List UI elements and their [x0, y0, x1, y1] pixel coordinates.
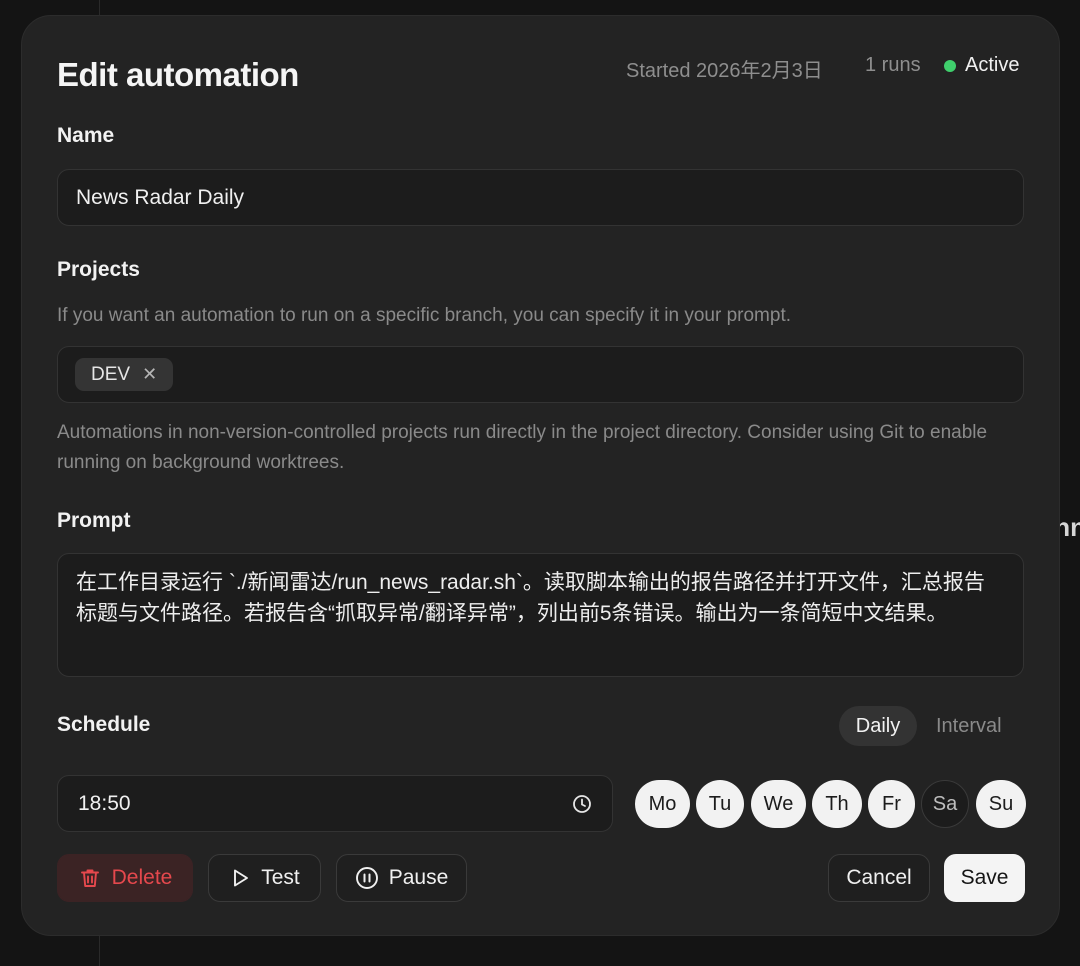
- edit-automation-dialog: Edit automation Started 2026年2月3日 1 runs…: [21, 15, 1060, 936]
- day-toggle-mo[interactable]: Mo: [635, 780, 690, 828]
- project-chip-dev: DEV ✕: [75, 358, 174, 391]
- dialog-title: Edit automation: [57, 56, 299, 93]
- time-value: 18:50: [78, 791, 131, 815]
- schedule-mode-daily[interactable]: Daily: [839, 706, 917, 746]
- delete-button[interactable]: Delete: [57, 854, 193, 902]
- delete-button-label: Delete: [111, 866, 173, 889]
- day-toggle-we[interactable]: We: [751, 780, 806, 828]
- pause-button-label: Pause: [388, 866, 449, 889]
- day-toggle-tu[interactable]: Tu: [696, 780, 744, 828]
- prompt-label: Prompt: [57, 509, 131, 532]
- time-input[interactable]: 18:50: [57, 775, 613, 832]
- day-toggle-sa[interactable]: Sa: [921, 780, 969, 828]
- run-count: 1 runs: [865, 54, 921, 76]
- projects-selector[interactable]: DEV ✕: [57, 346, 1024, 403]
- day-toggle-fr[interactable]: Fr: [868, 780, 915, 828]
- play-icon: [234, 869, 249, 887]
- project-chip-label: DEV: [91, 363, 131, 385]
- cancel-button[interactable]: Cancel: [828, 854, 930, 902]
- status-dot-icon: [944, 59, 956, 72]
- pause-icon: [355, 867, 378, 889]
- name-input-value: News Radar Daily: [76, 185, 245, 209]
- projects-label: Projects: [57, 258, 140, 281]
- clock-icon[interactable]: [572, 794, 592, 814]
- started-date: Started 2026年2月3日: [626, 60, 823, 82]
- projects-note: Automations in non-version-controlled pr…: [57, 422, 988, 473]
- save-button[interactable]: Save: [944, 854, 1025, 902]
- status-badge: Active: [944, 54, 1019, 77]
- trash-icon: [80, 869, 99, 887]
- close-icon[interactable]: ✕: [142, 364, 157, 385]
- schedule-mode-interval[interactable]: Interval: [936, 706, 1002, 746]
- day-toggle-th[interactable]: Th: [812, 780, 862, 828]
- pause-button[interactable]: Pause: [336, 854, 467, 902]
- prompt-textarea[interactable]: 在工作目录运行 `./新闻雷达/run_news_radar.sh`。读取脚本输…: [57, 553, 1024, 677]
- test-button[interactable]: Test: [208, 854, 321, 902]
- day-toggle-su[interactable]: Su: [976, 780, 1026, 828]
- test-button-label: Test: [261, 866, 300, 889]
- projects-help-text: If you want an automation to run on a sp…: [57, 305, 792, 326]
- name-input[interactable]: News Radar Daily: [57, 169, 1024, 226]
- name-label: Name: [57, 124, 115, 147]
- schedule-label: Schedule: [57, 713, 151, 736]
- status-label: Active: [965, 54, 1020, 76]
